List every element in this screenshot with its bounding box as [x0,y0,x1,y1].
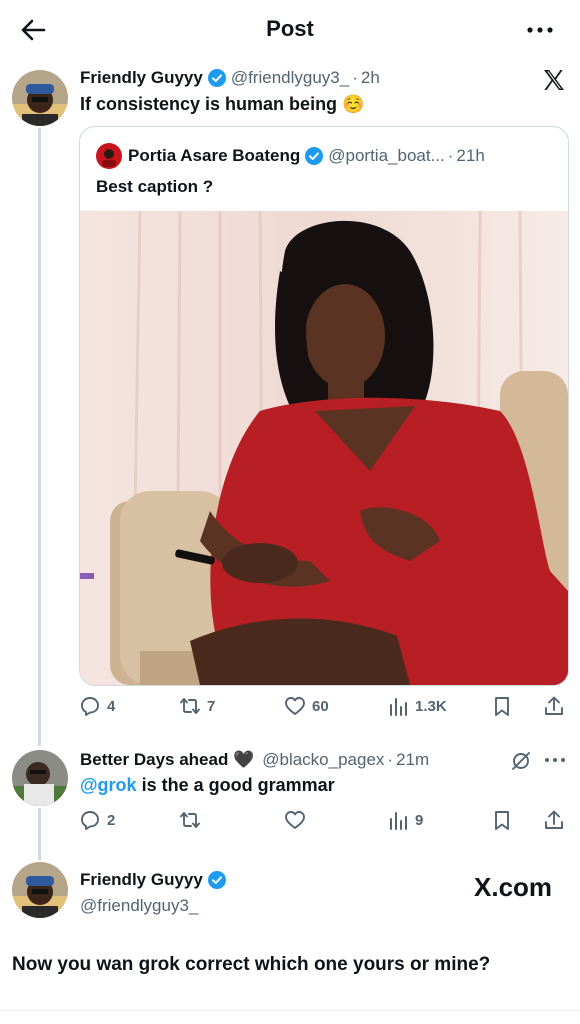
author-handle[interactable]: @blacko_pagex [262,750,384,770]
author-name[interactable]: Friendly Guyyy [80,68,203,88]
quoted-author-row: Portia Asare Boateng @portia_boat... · 2… [96,143,485,169]
post-text: Now you wan grok correct which one yours… [12,954,491,975]
heart-icon [285,811,305,829]
author-row: Friendly Guyyy [80,870,226,890]
avatar[interactable] [12,70,68,126]
share-button[interactable] [543,692,571,720]
bookmark-button[interactable] [491,692,519,720]
thread-line [38,808,41,860]
author-handle[interactable]: @friendlyguy3_ [231,68,349,88]
avatar[interactable] [12,750,68,806]
post-time[interactable]: 2h [361,68,380,88]
page-title: Post [266,16,314,41]
x-logo-icon [544,70,564,90]
repost-button[interactable] [179,806,207,834]
share-icon [545,810,563,829]
analytics-icon [390,812,407,830]
post-author-row: Friendly Guyyy @friendlyguy3_ · 2h [80,68,380,88]
reply-button[interactable]: 2 [79,806,115,834]
author-name[interactable]: Friendly Guyyy [80,870,203,890]
quoted-post-time: 21h [456,146,485,165]
view-count: 9 [415,811,424,829]
post-time[interactable]: 21m [396,750,429,770]
post-actions: 4 7 60 1.3K [79,692,569,720]
author-name[interactable]: Better Days ahead 🖤 [80,750,254,770]
grok-icon[interactable] [510,750,532,772]
post-text: If consistency is human being ☺️ [80,94,365,114]
share-button[interactable] [543,806,571,834]
quoted-post-image[interactable] [80,211,568,685]
quoted-post-card[interactable]: Portia Asare Boateng @portia_boat... · 2… [79,126,569,686]
verified-badge-icon [207,871,226,889]
quoted-author-name: Portia Asare Boateng [128,146,301,165]
avatar[interactable] [12,862,68,918]
like-button[interactable]: 60 [284,692,329,720]
analytics-icon [390,698,407,716]
separator-dot: · [447,146,454,165]
separator-dot: · [387,750,394,769]
like-count: 60 [312,697,329,715]
reply-text: @grok is the a good grammar [80,775,335,796]
reply-count: 2 [107,811,116,829]
bookmark-icon [495,811,509,830]
author-handle[interactable]: @friendlyguy3_ [80,896,198,916]
top-bar: Post [0,0,580,60]
repost-button[interactable]: 7 [179,692,215,720]
views-button[interactable]: 1.3K [387,692,447,720]
repost-count: 7 [207,697,216,715]
reply-button[interactable]: 4 [79,692,115,720]
author-handle-row: @friendlyguy3_ [80,896,198,916]
more-horizontal-icon[interactable] [542,750,568,770]
reply-count: 4 [107,697,116,715]
reply-icon [81,811,99,830]
avatar [96,143,122,169]
post-actions: 2 9 [79,806,569,834]
reply-body: is the a good grammar [136,775,335,795]
verified-badge-icon [207,69,226,87]
divider [0,1010,580,1011]
bookmark-button[interactable] [491,806,519,834]
repost-icon [180,812,200,828]
mention-link[interactable]: @grok [80,775,137,795]
bookmark-icon [495,697,509,716]
separator-dot: · [352,68,358,87]
quoted-post-text: Best caption ? [96,177,214,196]
view-count: 1.3K [415,697,447,715]
heart-icon [285,697,305,715]
like-button[interactable] [284,806,312,834]
x-com-brand: X.com [474,872,552,903]
views-button[interactable]: 9 [387,806,423,834]
reply-author-row: Better Days ahead 🖤 @blacko_pagex · 21m [80,750,429,770]
x-com-label: X.com [474,872,553,902]
reply-icon [81,697,99,716]
quoted-author-handle: @portia_boat... [328,146,445,165]
verified-badge-icon [305,147,324,165]
repost-icon [180,698,200,714]
more-horizontal-icon [527,27,553,33]
more-options-button[interactable] [522,16,558,44]
share-icon [545,696,563,715]
thread-line [38,128,41,746]
